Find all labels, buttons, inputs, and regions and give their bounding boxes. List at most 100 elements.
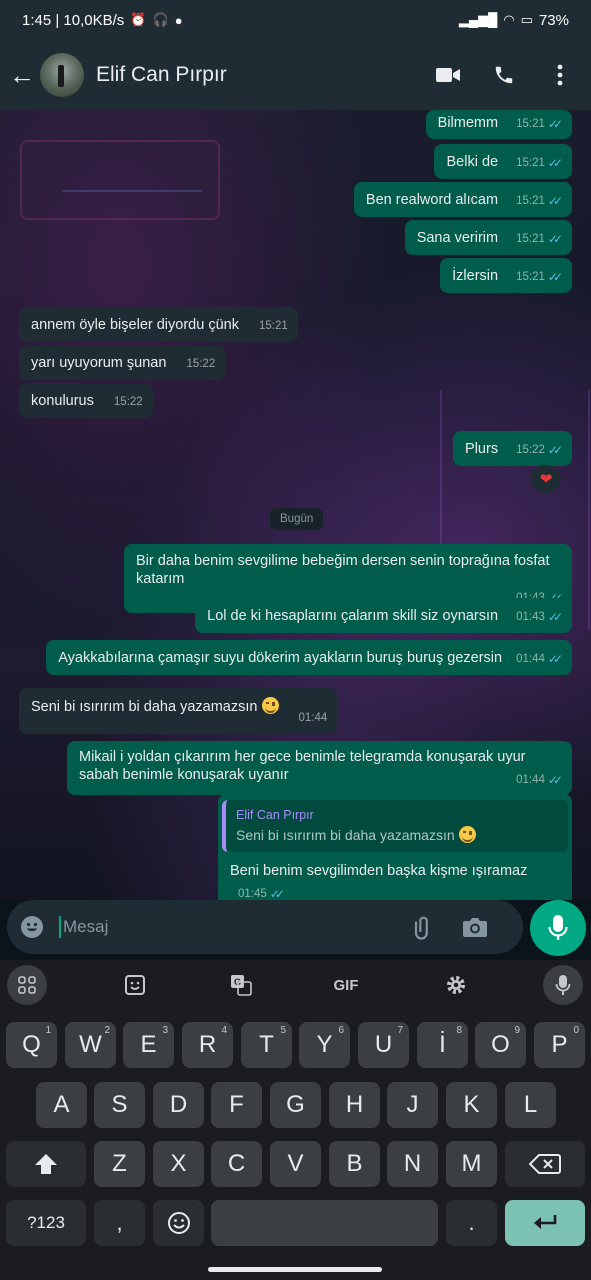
home-indicator[interactable] [208, 1267, 382, 1272]
key-p[interactable]: P0 [534, 1022, 585, 1068]
paperclip-icon[interactable] [409, 913, 437, 941]
read-receipt-icon: ✓✓ [547, 194, 563, 208]
comma-key[interactable]: , [94, 1200, 145, 1246]
message-time: 15:21 [516, 195, 545, 207]
message-text: Bir daha benim sevgilime bebeğim dersen … [136, 553, 550, 587]
message-bubble-incoming[interactable]: yarı uyuyorum şunan 15:22 [19, 345, 226, 380]
key-h[interactable]: H [329, 1082, 380, 1128]
read-receipt-icon: ✓✓ [547, 156, 563, 170]
message-bubble-outgoing[interactable]: Ayakkabılarına çamaşır suyu dökerim ayak… [46, 640, 572, 675]
key-b[interactable]: B [329, 1141, 380, 1187]
gif-button[interactable]: GIF [326, 965, 366, 1005]
message-bubble-outgoing-reply[interactable]: Elif Can Pırpır Seni bi ısırırım bi daha… [218, 794, 572, 900]
key-g[interactable]: G [270, 1082, 321, 1128]
enter-key[interactable] [505, 1200, 585, 1246]
key-q[interactable]: Q1 [6, 1022, 57, 1068]
camera-icon[interactable] [461, 913, 489, 941]
read-receipt-icon: ✓✓ [547, 117, 563, 131]
chat-header: ← Elif Can Pırpır [0, 40, 591, 110]
message-bubble-outgoing[interactable]: Mikail i yoldan çıkarırım her gece benim… [67, 741, 572, 795]
arrow-left-icon[interactable]: ← [4, 60, 40, 91]
message-text: Ayakkabılarına çamaşır suyu dökerim ayak… [58, 650, 503, 666]
message-bubble-outgoing[interactable]: İzlersin 15:21 ✓✓ [440, 258, 572, 293]
message-bubble-outgoing[interactable]: Plurs 15:22 ✓✓ [453, 431, 572, 466]
avatar[interactable] [40, 53, 84, 97]
key-t[interactable]: T5 [241, 1022, 292, 1068]
wallpaper-decoration [20, 140, 220, 220]
shift-key[interactable] [6, 1141, 86, 1187]
settings-gear-icon[interactable] [436, 965, 476, 1005]
backspace-key[interactable] [505, 1141, 585, 1187]
message-bubble-outgoing[interactable]: Bilmemm 15:21 ✓✓ [425, 110, 572, 139]
quoted-message[interactable]: Elif Can Pırpır Seni bi ısırırım bi daha… [222, 800, 568, 852]
message-time: 15:21 [516, 271, 545, 283]
message-time: 15:21 [258, 320, 288, 332]
key-w[interactable]: W2 [65, 1022, 116, 1068]
message-text: Belki de [446, 154, 499, 170]
message-text: Lol de ki hesaplarını çalarım skill siz … [207, 608, 499, 624]
key-a[interactable]: A [36, 1082, 87, 1128]
key-n[interactable]: N [387, 1141, 438, 1187]
key-x[interactable]: X [153, 1141, 204, 1187]
key-l[interactable]: L [505, 1082, 556, 1128]
key-y[interactable]: Y6 [299, 1022, 350, 1068]
message-bubble-outgoing[interactable]: Lol de ki hesaplarını çalarım skill siz … [195, 598, 572, 633]
apps-grid-icon[interactable] [7, 965, 47, 1005]
symbols-key[interactable]: ?123 [6, 1200, 86, 1246]
message-bubble-incoming[interactable]: Seni bi ısırırım bi daha yazamazsın 01:4… [19, 688, 338, 734]
space-key[interactable] [211, 1200, 438, 1246]
message-bubble-incoming[interactable]: konulurus 15:22 [19, 383, 153, 418]
video-call-icon[interactable] [435, 62, 461, 88]
message-time: 15:21 [516, 157, 545, 169]
translate-icon[interactable]: G [221, 965, 261, 1005]
key-k[interactable]: K [446, 1082, 497, 1128]
key-d[interactable]: D [153, 1082, 204, 1128]
message-text: Plurs [465, 441, 499, 457]
smiling-face-icon [261, 697, 279, 714]
message-time: 15:21 [516, 233, 545, 245]
message-composer [7, 900, 523, 954]
chat-area[interactable]: Bilmemm 15:21 ✓✓ Belki de 15:21 ✓✓ Ben rea… [0, 110, 591, 900]
read-receipt-icon: ✓✓ [269, 887, 285, 900]
status-bar: 1:45 | 10,0KB/s ⏰ 🎧 ● ▂▄▆█ ◠ ▭ 73% [0, 0, 591, 40]
wifi-icon: ◠ [503, 12, 515, 27]
key-z[interactable]: Z [94, 1141, 145, 1187]
key-i-dotted[interactable]: İ8 [417, 1022, 468, 1068]
key-c[interactable]: C [211, 1141, 262, 1187]
read-receipt-icon: ✓✓ [547, 232, 563, 246]
message-bubble-outgoing[interactable]: Belki de 15:21 ✓✓ [434, 144, 572, 179]
key-s[interactable]: S [94, 1082, 145, 1128]
key-v[interactable]: V [270, 1141, 321, 1187]
message-bubble-incoming[interactable]: annem öyle bişeler diyordu çünk 15:21 [19, 307, 298, 342]
message-input[interactable] [63, 917, 403, 937]
key-o[interactable]: O9 [475, 1022, 526, 1068]
emoji-key[interactable] [153, 1200, 204, 1246]
phone-icon[interactable] [491, 62, 517, 88]
signal-icon: ▂▄▆█ [458, 12, 498, 27]
emoji-icon[interactable] [19, 914, 45, 940]
message-bubble-outgoing[interactable]: Ben realword alıcam 15:21 ✓✓ [353, 182, 572, 217]
quoted-sender: Elif Can Pırpır [236, 808, 314, 822]
headphones-icon: 🎧 [152, 12, 169, 27]
shift-arrow-icon [35, 1154, 57, 1174]
read-receipt-icon: ✓✓ [547, 652, 563, 666]
key-r[interactable]: R4 [182, 1022, 233, 1068]
period-key[interactable]: . [446, 1200, 497, 1246]
keyboard: G GIF Q1 W2 E3 R4 T5 Y6 U7 İ8 O9 P0 A S … [0, 960, 591, 1280]
message-time: 01:44 [298, 712, 328, 724]
key-e[interactable]: E3 [123, 1022, 174, 1068]
alarm-icon: ⏰ [130, 12, 147, 27]
key-f[interactable]: F [211, 1082, 262, 1128]
heart-reaction-icon[interactable]: ❤ [531, 465, 561, 493]
read-receipt-icon: ✓✓ [547, 443, 563, 457]
contact-name[interactable]: Elif Can Pırpır [96, 63, 227, 87]
key-m[interactable]: M [446, 1141, 497, 1187]
sticker-icon[interactable] [115, 965, 155, 1005]
more-vert-icon[interactable] [547, 62, 573, 88]
message-text: Ben realword alıcam [365, 192, 499, 208]
message-bubble-outgoing[interactable]: Sana veririm 15:21 ✓✓ [404, 220, 572, 255]
key-j[interactable]: J [387, 1082, 438, 1128]
voice-input-icon[interactable] [543, 965, 583, 1005]
key-u[interactable]: U7 [358, 1022, 409, 1068]
microphone-icon[interactable] [530, 900, 586, 956]
